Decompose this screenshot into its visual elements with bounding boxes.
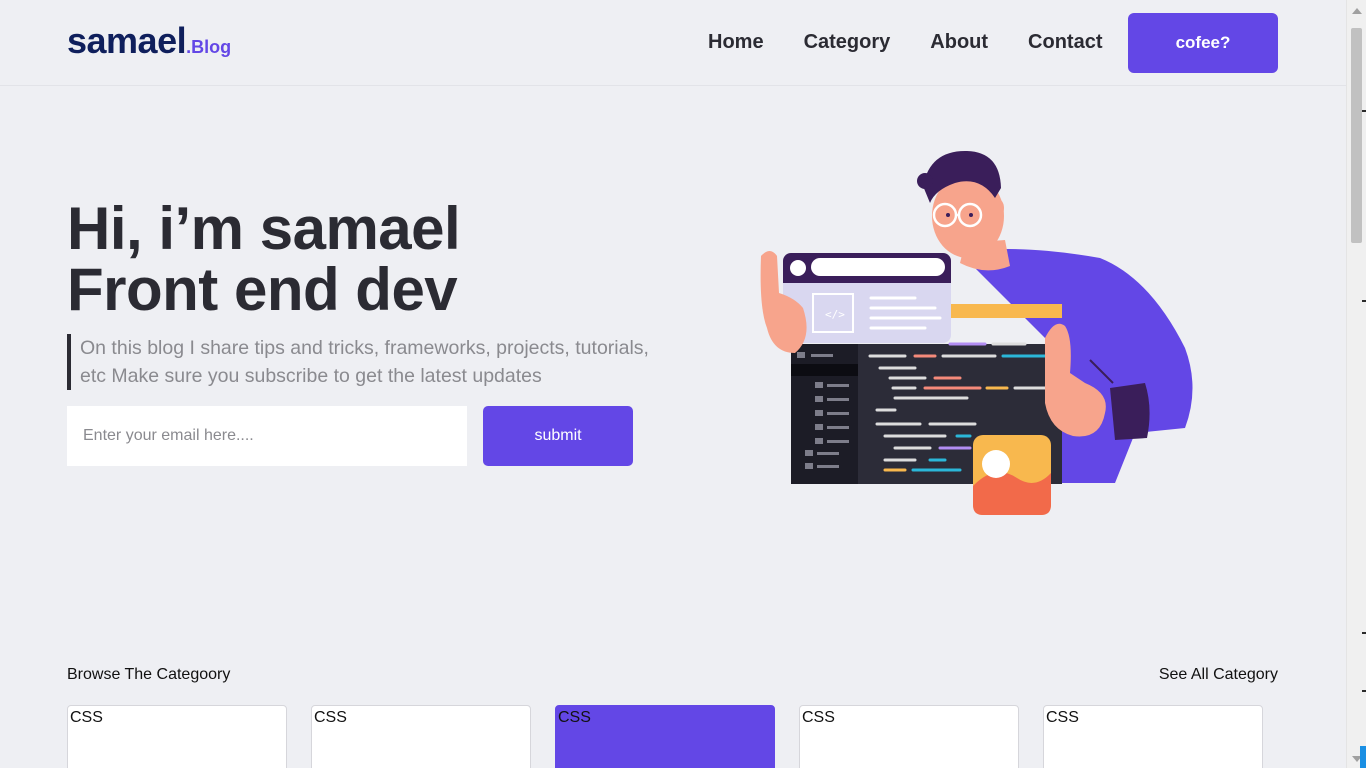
category-label: CSS <box>70 709 103 726</box>
developer-illustration: </> <box>760 150 1193 515</box>
nav-category[interactable]: Category <box>804 31 891 54</box>
hero-title: Hi, i’m samael Front end dev <box>67 195 461 323</box>
edge-marker <box>1362 690 1366 692</box>
nav-contact[interactable]: Contact <box>1028 31 1102 54</box>
submit-button[interactable]: submit <box>483 406 633 466</box>
category-label: CSS <box>1046 709 1079 726</box>
site-header: samael.Blog Home Category About Contact … <box>0 0 1346 86</box>
category-label: CSS <box>314 709 347 726</box>
category-card[interactable]: CSS <box>311 705 531 768</box>
main-nav: Home Category About Contact <box>708 31 1103 54</box>
category-card-active[interactable]: CSS <box>555 705 775 768</box>
coffee-button[interactable]: cofee? <box>1128 13 1278 73</box>
scroll-up-arrow-icon[interactable] <box>1352 8 1362 14</box>
edge-marker <box>1362 300 1366 302</box>
category-card[interactable]: CSS <box>67 705 287 768</box>
edge-indicator <box>1360 746 1366 768</box>
edge-marker <box>1362 110 1366 112</box>
category-label: CSS <box>558 709 591 726</box>
nav-home[interactable]: Home <box>708 31 764 54</box>
svg-text:</>: </> <box>825 308 845 321</box>
logo[interactable]: samael.Blog <box>67 20 231 62</box>
logo-suffix: .Blog <box>186 37 232 57</box>
logo-main: samael <box>67 20 187 61</box>
category-card[interactable]: CSS <box>799 705 1019 768</box>
hero-description: On this blog I share tips and tricks, fr… <box>67 334 677 390</box>
edge-marker <box>1362 632 1366 634</box>
scrollbar-thumb[interactable] <box>1351 28 1362 243</box>
email-input[interactable] <box>67 406 467 466</box>
nav-about[interactable]: About <box>930 31 988 54</box>
vertical-scrollbar[interactable] <box>1346 0 1366 768</box>
page: samael.Blog Home Category About Contact … <box>0 0 1366 768</box>
category-label: CSS <box>802 709 835 726</box>
categories-title: Browse The Categoory <box>67 666 231 683</box>
category-card[interactable]: CSS <box>1043 705 1263 768</box>
see-all-category-link[interactable]: See All Category <box>1159 666 1278 684</box>
hero-title-line1: Hi, i’m samael <box>67 195 461 262</box>
hero-title-line2: Front end dev <box>67 256 458 323</box>
